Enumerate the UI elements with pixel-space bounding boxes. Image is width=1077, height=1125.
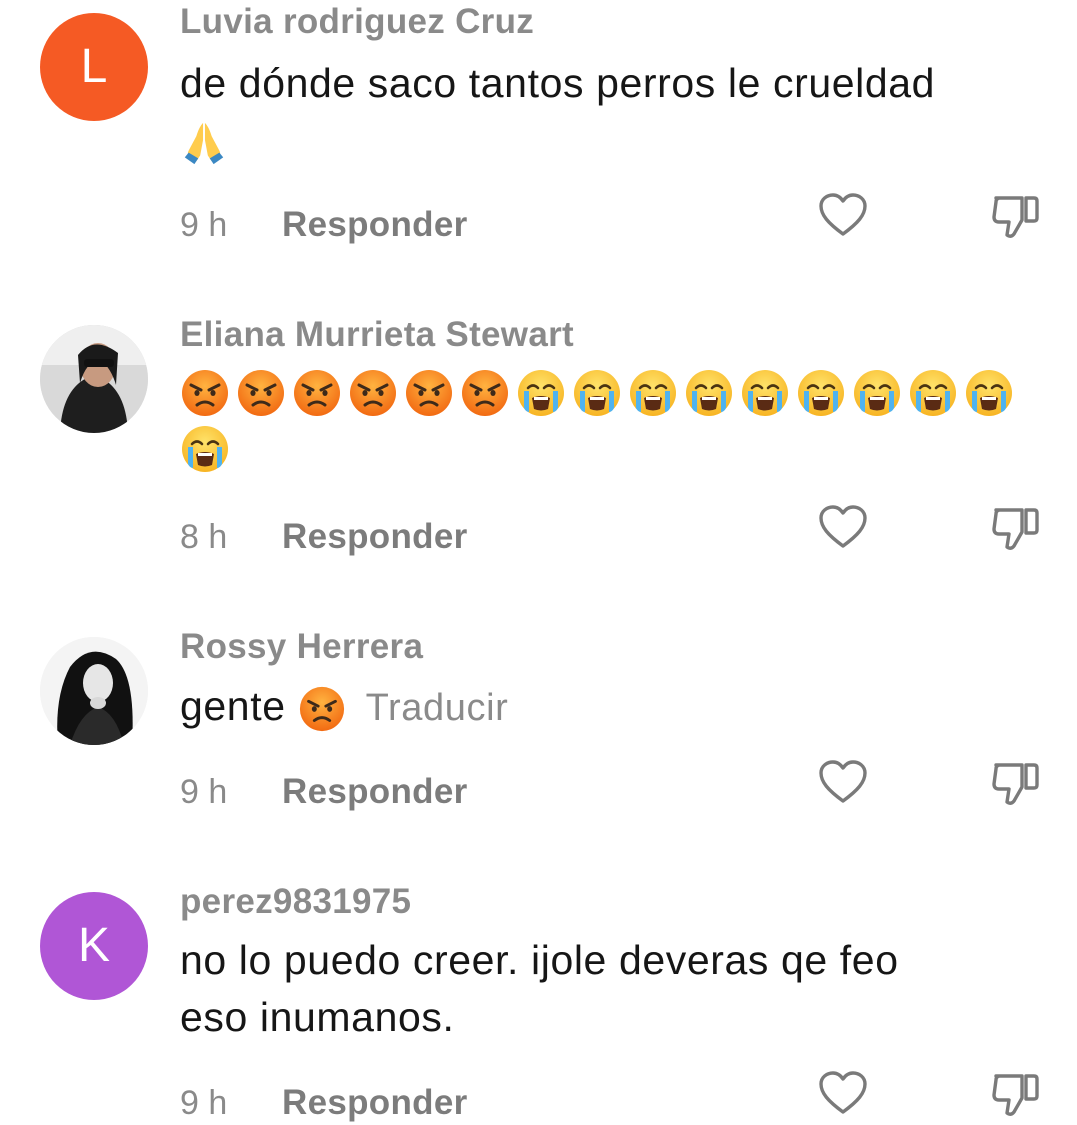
- comment-username[interactable]: Rossy Herrera: [180, 627, 423, 667]
- comment-timestamp: 9 h: [180, 1084, 228, 1122]
- comment-text-line: no lo puedo creer. ijole deveras qe feo: [180, 937, 899, 983]
- avatar[interactable]: K: [40, 892, 148, 1000]
- folded-hands-icon: [180, 119, 228, 167]
- comment-text-content: gente: [180, 683, 286, 729]
- translate-link[interactable]: Traducir: [366, 687, 509, 729]
- loudly-crying-face-icon: [516, 368, 566, 418]
- avatar-letter: L: [80, 40, 108, 93]
- reply-button[interactable]: Responder: [282, 517, 468, 557]
- angry-face-icon: [298, 685, 346, 733]
- comment-timestamp: 9 h: [180, 206, 228, 244]
- heart-icon[interactable]: [818, 1070, 868, 1116]
- avatar-photo: [40, 325, 148, 433]
- angry-face-icon: [292, 368, 342, 418]
- dislike-icon[interactable]: [990, 1068, 1042, 1120]
- loudly-crying-face-icon: [572, 368, 622, 418]
- avatar[interactable]: [40, 325, 148, 433]
- reply-button[interactable]: Responder: [282, 205, 468, 245]
- comment-username[interactable]: perez9831975: [180, 882, 411, 922]
- angry-face-icon: [236, 368, 286, 418]
- comment-text-content: de dónde saco tantos perros le crueldad: [180, 60, 936, 106]
- loudly-crying-face-icon: [796, 368, 846, 418]
- comment-timestamp: 9 h: [180, 773, 228, 811]
- comment-text: de dónde saco tantos perros le crueldad: [180, 55, 1040, 169]
- dislike-icon[interactable]: [990, 190, 1042, 242]
- comment-emoji-text: [180, 368, 1060, 480]
- comment-text: gente Traducir: [180, 678, 1040, 737]
- heart-icon[interactable]: [818, 192, 868, 238]
- comment-timestamp: 8 h: [180, 518, 228, 556]
- angry-face-icon: [404, 368, 454, 418]
- emoji-line: [180, 424, 1060, 480]
- angry-face-icon: [348, 368, 398, 418]
- loudly-crying-face-icon: [684, 368, 734, 418]
- loudly-crying-face-icon: [628, 368, 678, 418]
- dislike-icon[interactable]: [990, 502, 1042, 554]
- comment-username[interactable]: Luvia rodriguez Cruz: [180, 2, 534, 42]
- heart-icon[interactable]: [818, 504, 868, 550]
- loudly-crying-face-icon: [852, 368, 902, 418]
- reply-button[interactable]: Responder: [282, 772, 468, 812]
- loudly-crying-face-icon: [180, 424, 230, 474]
- angry-face-icon: [460, 368, 510, 418]
- emoji-line: [180, 368, 1060, 424]
- avatar[interactable]: [40, 637, 148, 745]
- comment-text-line: eso inumanos.: [180, 994, 455, 1040]
- avatar-letter: K: [77, 919, 110, 972]
- reply-button[interactable]: Responder: [282, 1083, 468, 1123]
- loudly-crying-face-icon: [740, 368, 790, 418]
- avatar-photo: [40, 637, 148, 745]
- loudly-crying-face-icon: [964, 368, 1014, 418]
- comment-username[interactable]: Eliana Murrieta Stewart: [180, 315, 574, 355]
- comment-text: no lo puedo creer. ijole deveras qe feo …: [180, 932, 1040, 1046]
- dislike-icon[interactable]: [990, 757, 1042, 809]
- heart-icon[interactable]: [818, 759, 868, 805]
- loudly-crying-face-icon: [908, 368, 958, 418]
- avatar[interactable]: L: [40, 13, 148, 121]
- angry-face-icon: [180, 368, 230, 418]
